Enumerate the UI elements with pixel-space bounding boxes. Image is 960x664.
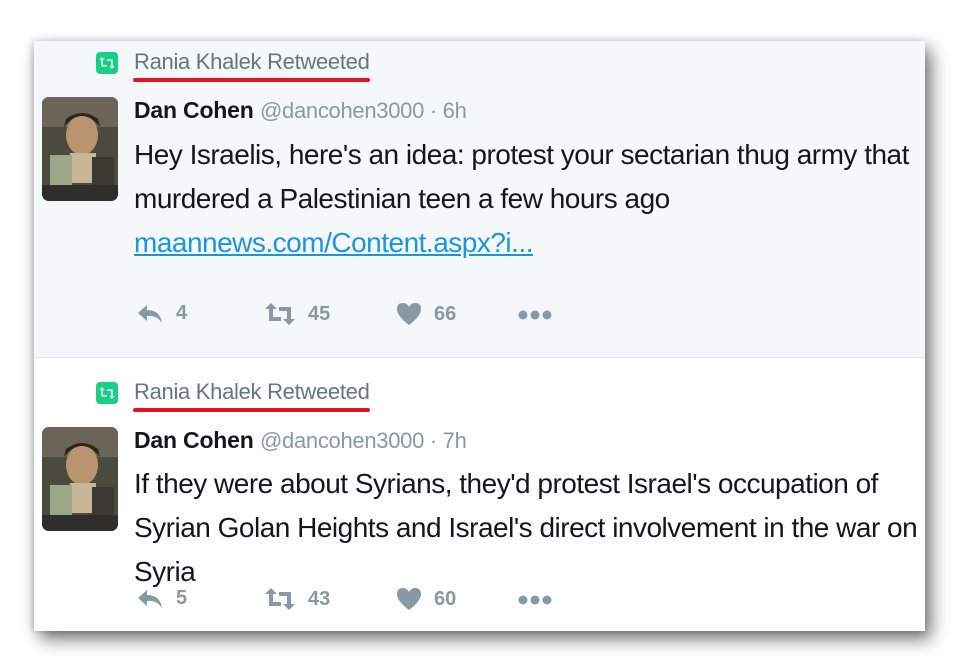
tweet-link[interactable]: maannews.com/Content.aspx?i... xyxy=(134,227,533,258)
retweet-icon xyxy=(96,52,118,74)
tweet[interactable]: Rania Khalek Retweeted Dan Cohen @dancoh… xyxy=(34,358,925,631)
reply-button[interactable]: 4 xyxy=(136,302,187,325)
tweet[interactable]: Rania Khalek Retweeted Dan Cohen @dancoh… xyxy=(34,41,925,358)
retweet-icon xyxy=(96,382,118,404)
author-name[interactable]: Dan Cohen xyxy=(134,97,254,123)
author-name[interactable]: Dan Cohen xyxy=(134,427,254,453)
more-icon xyxy=(518,595,552,605)
author-handle[interactable]: @dancohen3000 xyxy=(260,98,424,123)
red-underline xyxy=(133,408,370,412)
reply-button[interactable]: 5 xyxy=(136,587,187,610)
like-button[interactable]: 60 xyxy=(396,587,456,611)
action-bar: 5 43 60 xyxy=(134,587,634,617)
tweet-body: Hey Israelis, here's an idea: protest yo… xyxy=(134,139,909,214)
tweet-time[interactable]: · 6h xyxy=(424,98,467,123)
avatar[interactable] xyxy=(42,427,118,531)
reply-icon xyxy=(138,589,162,608)
avatar[interactable] xyxy=(42,97,118,201)
retweet-count: 43 xyxy=(308,587,331,610)
timeline-card: Rania Khalek Retweeted Dan Cohen @dancoh… xyxy=(34,41,925,631)
heart-icon xyxy=(397,588,421,610)
reply-count: 5 xyxy=(176,587,188,609)
more-button[interactable] xyxy=(518,308,552,326)
reply-count: 4 xyxy=(176,302,188,324)
reply-icon xyxy=(138,304,162,323)
retweet-button[interactable]: 43 xyxy=(264,587,330,611)
retweet-icon xyxy=(265,303,295,325)
like-count: 60 xyxy=(434,587,457,610)
more-icon xyxy=(518,310,552,320)
retweeted-by-label[interactable]: Rania Khalek Retweeted xyxy=(134,49,370,75)
tweet-text: Hey Israelis, here's an idea: protest yo… xyxy=(134,133,924,265)
tweet-time[interactable]: · 7h xyxy=(424,428,467,453)
like-button[interactable]: 66 xyxy=(396,302,456,326)
retweet-button[interactable]: 45 xyxy=(264,302,330,326)
like-count: 66 xyxy=(434,302,457,325)
author-handle[interactable]: @dancohen3000 xyxy=(260,428,424,453)
heart-icon xyxy=(397,303,421,325)
retweet-icon xyxy=(265,588,295,610)
author-line: Dan Cohen @dancohen3000 · 6h xyxy=(134,97,467,124)
author-line: Dan Cohen @dancohen3000 · 7h xyxy=(134,427,467,454)
tweet-text: If they were about Syrians, they'd prote… xyxy=(134,462,924,594)
tweet-body: If they were about Syrians, they'd prote… xyxy=(134,468,918,587)
red-underline xyxy=(133,78,370,82)
retweet-count: 45 xyxy=(308,302,331,325)
more-button[interactable] xyxy=(518,593,552,611)
retweeted-by-label[interactable]: Rania Khalek Retweeted xyxy=(134,379,370,405)
action-bar: 4 45 66 xyxy=(134,302,634,332)
